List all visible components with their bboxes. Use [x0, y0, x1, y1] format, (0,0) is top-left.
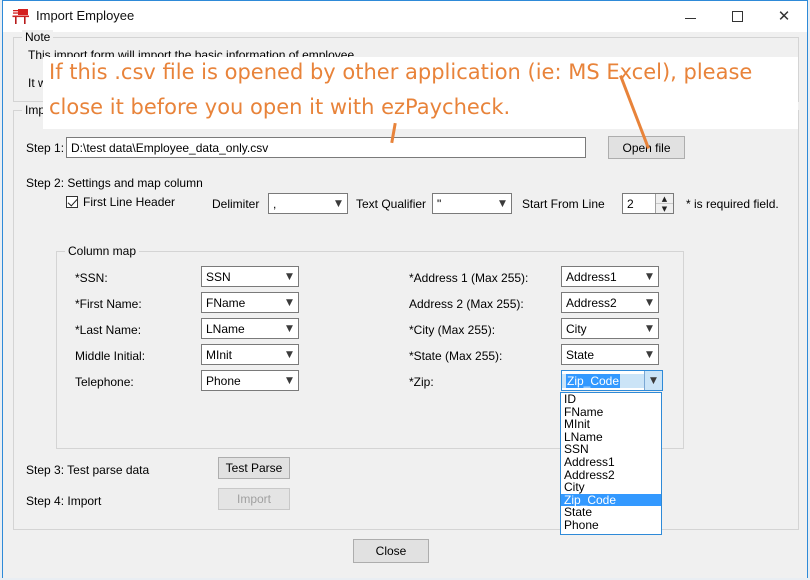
- zip-combo[interactable]: Zip_Code ▼: [561, 370, 663, 391]
- import-button[interactable]: Import: [218, 488, 290, 510]
- first-name-combo[interactable]: FName ▼: [201, 292, 299, 313]
- maximize-button[interactable]: [714, 1, 760, 32]
- required-field-note: * is required field.: [686, 197, 779, 211]
- chevron-down-icon: ▼: [641, 345, 658, 364]
- chevron-down-icon: ▼: [330, 194, 347, 213]
- zip-value: Zip_Code: [562, 374, 644, 388]
- column-map-legend: Column map: [65, 244, 139, 258]
- delimiter-combo[interactable]: , ▼: [268, 193, 348, 214]
- chevron-down-icon: ▼: [644, 371, 662, 390]
- city-label: *City (Max 255):: [409, 323, 495, 337]
- state-combo[interactable]: State ▼: [561, 344, 659, 365]
- first-line-header-checkbox[interactable]: First Line Header: [66, 195, 175, 209]
- dropdown-option[interactable]: Address1: [561, 456, 661, 469]
- close-icon: ✕: [778, 9, 791, 24]
- start-from-line-label: Start From Line: [522, 197, 605, 211]
- maximize-icon: [732, 11, 743, 22]
- import-employee-icon: [12, 8, 30, 25]
- dropdown-option[interactable]: Phone: [561, 519, 661, 532]
- start-from-line-spinner[interactable]: 2 ▲ ▼: [622, 193, 674, 214]
- chevron-down-icon: ▼: [641, 293, 658, 312]
- minimize-icon: [685, 18, 696, 19]
- import-employee-window: Import Employee ✕ Note This import form …: [2, 0, 808, 578]
- text-qualifier-value: ": [433, 197, 494, 211]
- first-name-value: FName: [202, 296, 281, 310]
- delimiter-label: Delimiter: [212, 197, 259, 211]
- import-groupbox: Import E Step 1: D:\test data\Employee_d…: [13, 110, 799, 530]
- close-button-label: Close: [376, 544, 407, 558]
- ssn-combo[interactable]: SSN ▼: [201, 266, 299, 287]
- last-name-label: *Last Name:: [75, 323, 141, 337]
- chevron-down-icon: ▼: [281, 293, 298, 312]
- address1-label: *Address 1 (Max 255):: [409, 271, 528, 285]
- last-name-value: LName: [202, 322, 281, 336]
- telephone-label: Telephone:: [75, 375, 134, 389]
- ssn-value: SSN: [202, 270, 281, 284]
- address2-combo[interactable]: Address2 ▼: [561, 292, 659, 313]
- middle-initial-combo[interactable]: MInit ▼: [201, 344, 299, 365]
- telephone-value: Phone: [202, 374, 281, 388]
- test-parse-button[interactable]: Test Parse: [218, 457, 290, 479]
- delimiter-value: ,: [269, 197, 330, 211]
- annotation-line-2: close it before you open it with ezPaych…: [49, 89, 510, 126]
- address2-label: Address 2 (Max 255):: [409, 297, 524, 311]
- chevron-down-icon: ▼: [494, 194, 511, 213]
- step2-label: Step 2: Settings and map column: [26, 176, 203, 190]
- start-from-line-value: 2: [623, 194, 655, 213]
- telephone-combo[interactable]: Phone ▼: [201, 370, 299, 391]
- last-name-combo[interactable]: LName ▼: [201, 318, 299, 339]
- import-label: Import: [237, 492, 271, 506]
- dropdown-option[interactable]: ID: [561, 393, 661, 406]
- city-value: City: [562, 322, 641, 336]
- state-value: State: [562, 348, 641, 362]
- middle-initial-label: Middle Initial:: [75, 349, 145, 363]
- chevron-down-icon: ▼: [281, 371, 298, 390]
- text-qualifier-combo[interactable]: " ▼: [432, 193, 512, 214]
- checkbox-icon: [66, 196, 78, 208]
- first-name-label: *First Name:: [75, 297, 142, 311]
- state-label: *State (Max 255):: [409, 349, 502, 363]
- spinner-down-icon[interactable]: ▼: [656, 204, 673, 213]
- step1-label: Step 1:: [26, 141, 64, 155]
- chevron-down-icon: ▼: [281, 319, 298, 338]
- chevron-down-icon: ▼: [641, 267, 658, 286]
- address1-combo[interactable]: Address1 ▼: [561, 266, 659, 287]
- dropdown-option[interactable]: City: [561, 481, 661, 494]
- step4-label: Step 4: Import: [26, 494, 101, 508]
- test-parse-label: Test Parse: [226, 461, 283, 475]
- city-combo[interactable]: City ▼: [561, 318, 659, 339]
- close-window-button[interactable]: ✕: [761, 1, 807, 32]
- close-button[interactable]: Close: [353, 539, 429, 563]
- chevron-down-icon: ▼: [281, 345, 298, 364]
- title-bar: Import Employee ✕: [3, 1, 807, 32]
- dropdown-option[interactable]: MInit: [561, 418, 661, 431]
- spinner-up-icon[interactable]: ▲: [656, 194, 673, 204]
- first-line-header-label: First Line Header: [83, 195, 175, 209]
- file-path-input[interactable]: D:\test data\Employee_data_only.csv: [66, 137, 586, 158]
- annotation-line-1: If this .csv file is opened by other app…: [49, 54, 752, 91]
- chevron-down-icon: ▼: [281, 267, 298, 286]
- spinner-buttons[interactable]: ▲ ▼: [655, 194, 673, 213]
- file-path-value: D:\test data\Employee_data_only.csv: [71, 141, 268, 155]
- chevron-down-icon: ▼: [641, 319, 658, 338]
- text-qualifier-label: Text Qualifier: [356, 197, 426, 211]
- minimize-button[interactable]: [667, 1, 713, 32]
- address2-value: Address2: [562, 296, 641, 310]
- address1-value: Address1: [562, 270, 641, 284]
- window-title: Import Employee: [36, 8, 134, 23]
- note-legend: Note: [22, 30, 53, 44]
- zip-dropdown-list[interactable]: ID FName MInit LName SSN Address1 Addres…: [560, 392, 662, 535]
- ssn-label: *SSN:: [75, 271, 108, 285]
- zip-label: *Zip:: [409, 375, 434, 389]
- step3-label: Step 3: Test parse data: [26, 463, 149, 477]
- middle-initial-value: MInit: [202, 348, 281, 362]
